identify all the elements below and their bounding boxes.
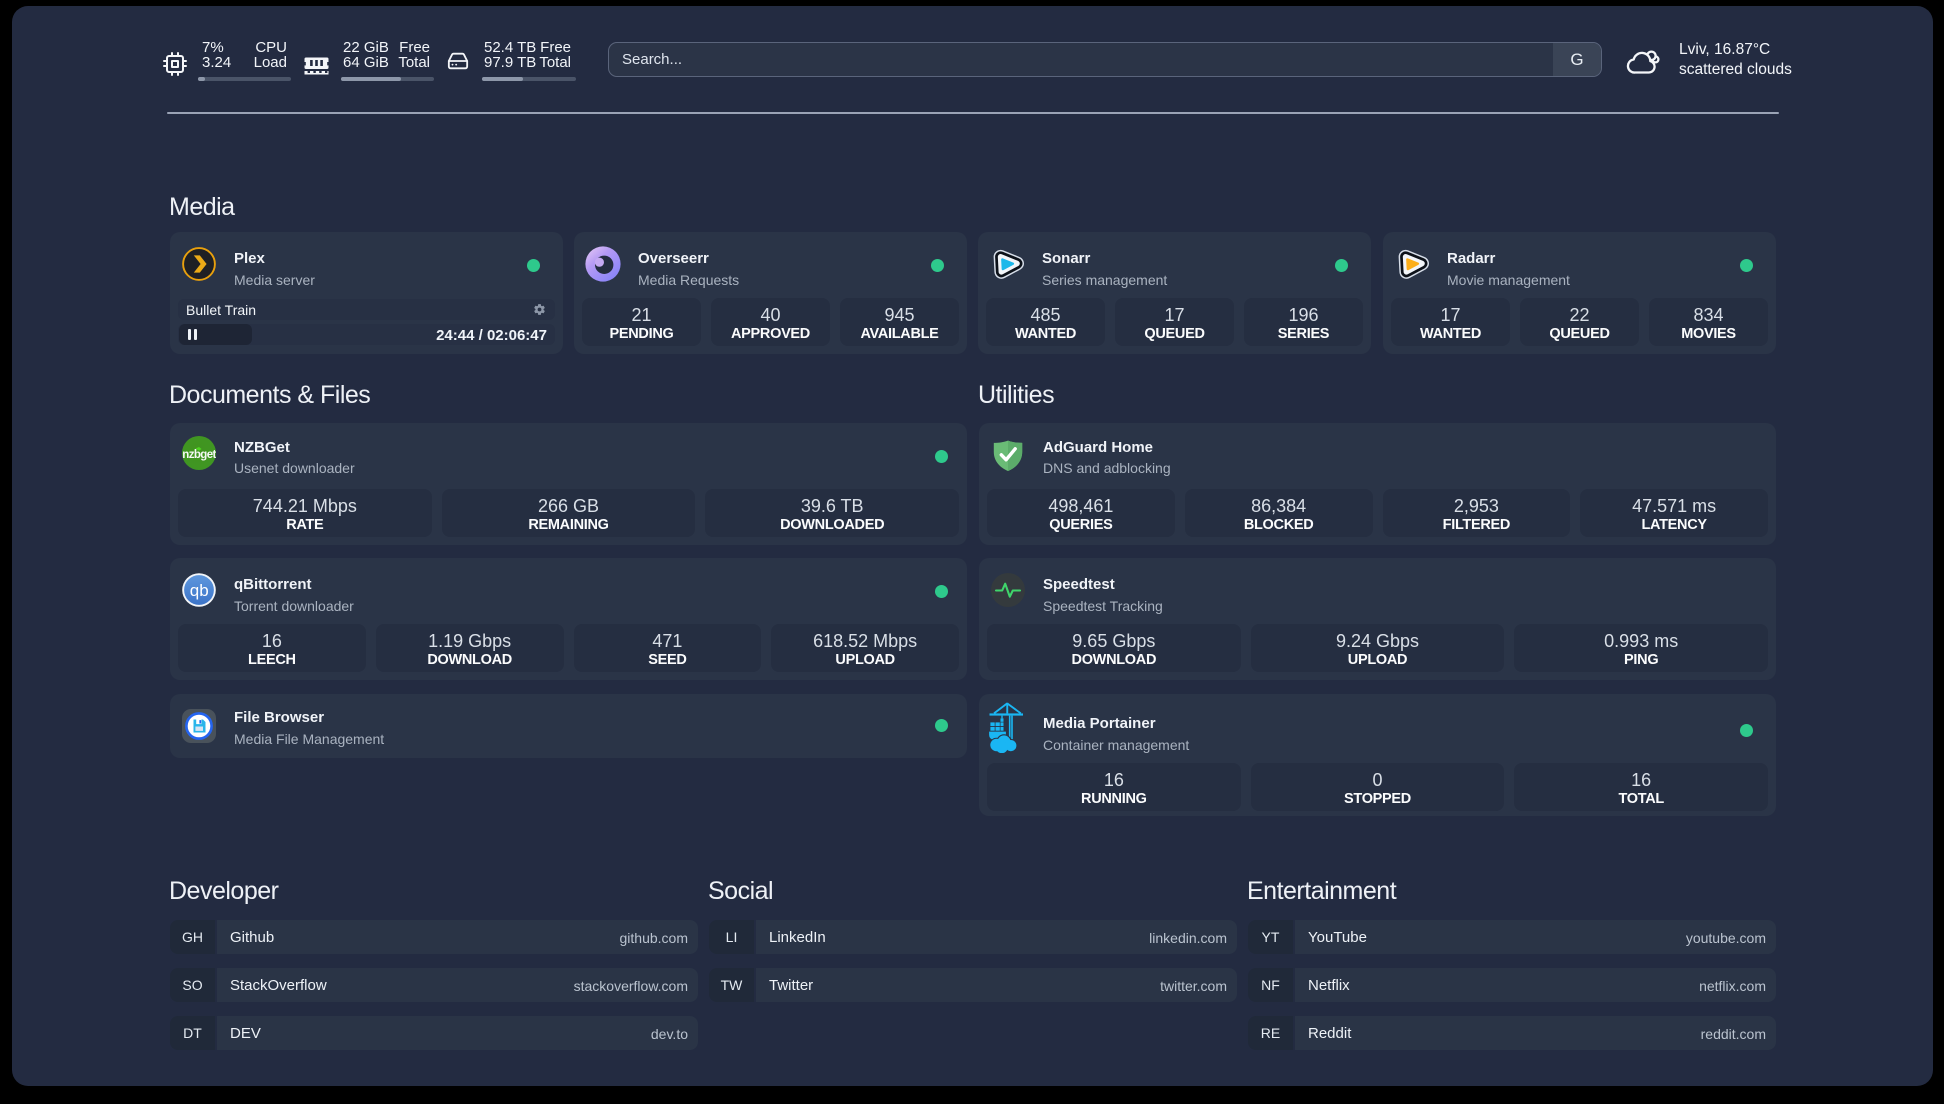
svg-text:qb: qb — [190, 581, 209, 600]
svg-text:nzbget: nzbget — [182, 449, 216, 461]
